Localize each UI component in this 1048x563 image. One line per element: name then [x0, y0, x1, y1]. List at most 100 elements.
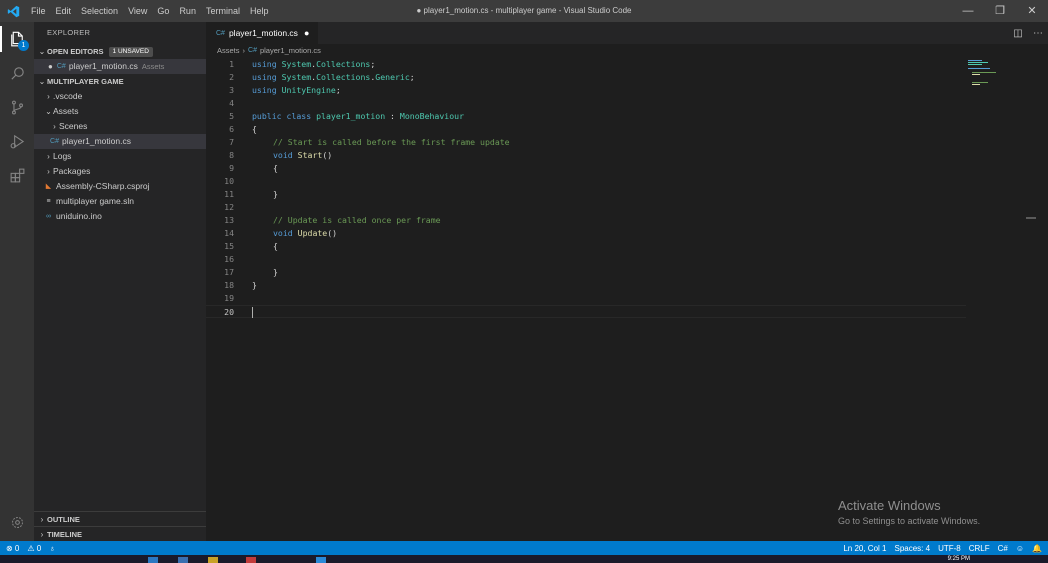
menu-file[interactable]: File — [26, 0, 51, 22]
menu-help[interactable]: Help — [245, 0, 274, 22]
tree-label: Assets — [53, 106, 79, 116]
code-line: 12 — [206, 201, 966, 214]
tree-item-packages[interactable]: › Packages — [34, 164, 206, 179]
chevron-right-icon: › — [40, 530, 44, 539]
outline-header[interactable]: › OUTLINE — [34, 512, 206, 527]
activity-search[interactable] — [0, 56, 34, 90]
scrollbar-marker[interactable] — [1026, 217, 1036, 219]
activity-run-debug[interactable] — [0, 124, 34, 158]
namespace: Generic — [375, 72, 410, 82]
tree-item-sln[interactable]: ≡ multiplayer game.sln — [34, 194, 206, 209]
code-line: 11} — [206, 188, 966, 201]
tree-item-ino[interactable]: ∞ uniduino.ino — [34, 209, 206, 224]
tree-item-scenes[interactable]: › Scenes — [34, 119, 206, 134]
live-share-icon[interactable]: ♁ — [49, 544, 55, 553]
code-line: 16 — [206, 253, 966, 266]
taskbar-app-icon[interactable] — [178, 557, 188, 563]
chevron-down-icon: ⌄ — [45, 107, 52, 116]
feedback-icon[interactable]: ☺ — [1016, 544, 1024, 553]
timeline-header[interactable]: › TIMELINE — [34, 527, 206, 542]
tab-label: player1_motion.cs — [228, 28, 298, 38]
watermark-title: Activate Windows — [838, 498, 941, 513]
close-button[interactable]: ✕ — [1016, 0, 1048, 22]
more-actions-icon[interactable]: ⋯ — [1028, 28, 1048, 39]
line-number: 6 — [229, 124, 234, 134]
editor-actions: ◫ ⋯ — [1008, 22, 1048, 44]
code-line: 2 using System.Collections.Generic; — [206, 71, 966, 84]
status-bar: ⊗ 0 ⚠ 0 ♁ Ln 20, Col 1 Spaces: 4 UTF-8 C… — [0, 541, 1048, 555]
activity-explorer[interactable]: 1 — [0, 22, 34, 56]
menu-edit[interactable]: Edit — [51, 0, 77, 22]
unsaved-dot-icon[interactable]: ● — [304, 28, 309, 38]
open-editor-item[interactable]: ● C# player1_motion.cs Assets — [34, 59, 206, 74]
workspace-label: MULTIPLAYER GAME — [47, 77, 124, 86]
tab-player1-motion[interactable]: C# player1_motion.cs ● — [206, 22, 318, 44]
taskbar-app-icon[interactable] — [316, 557, 326, 563]
tree-label: Assembly-CSharp.csproj — [56, 181, 150, 191]
outline-section[interactable]: › OUTLINE — [34, 511, 206, 527]
code-line: 7 // Start is called before the first fra… — [206, 136, 966, 149]
timeline-label: TIMELINE — [47, 530, 82, 539]
text-cursor — [252, 307, 253, 318]
tree-label: multiplayer game.sln — [56, 196, 134, 206]
chevron-right-icon: › — [47, 92, 50, 101]
code-line: 9{ — [206, 162, 966, 175]
menu-go[interactable]: Go — [152, 0, 174, 22]
timeline-section[interactable]: › TIMELINE — [34, 526, 206, 542]
encoding[interactable]: UTF-8 — [938, 544, 961, 553]
notifications-icon[interactable]: 🔔 — [1032, 544, 1042, 553]
tree-item-assets[interactable]: ⌄ Assets — [34, 104, 206, 119]
keyword: void — [273, 228, 293, 238]
line-number: 17 — [224, 267, 234, 277]
tree-item-csproj[interactable]: ◣ Assembly-CSharp.csproj — [34, 179, 206, 194]
code-line: 17} — [206, 266, 966, 279]
end-of-line[interactable]: CRLF — [969, 544, 990, 553]
language-mode[interactable]: C# — [998, 544, 1008, 553]
explorer-sidebar: EXPLORER ⌄ OPEN EDITORS 1 UNSAVED ● C# p… — [34, 22, 206, 541]
brace: } — [252, 280, 257, 290]
line-number: 14 — [224, 228, 234, 238]
taskbar-app-icon[interactable] — [246, 557, 256, 563]
menu-run[interactable]: Run — [174, 0, 201, 22]
minimap[interactable] — [966, 58, 1026, 88]
menu-view[interactable]: View — [123, 0, 152, 22]
activity-extensions[interactable] — [0, 158, 34, 192]
tree-item-player-motion[interactable]: C# player1_motion.cs — [34, 134, 206, 149]
line-number: 9 — [229, 163, 234, 173]
minimize-button[interactable]: — — [952, 0, 984, 22]
taskbar-app-icon[interactable] — [148, 557, 158, 563]
line-number: 19 — [224, 293, 234, 303]
open-editors-header[interactable]: ⌄ OPEN EDITORS 1 UNSAVED — [34, 44, 206, 59]
function-name: Start — [297, 150, 323, 160]
line-number: 2 — [229, 72, 234, 82]
keyword: class — [286, 111, 312, 121]
workspace-header[interactable]: ⌄ MULTIPLAYER GAME — [34, 74, 206, 89]
unsaved-dot-icon: ● — [48, 62, 53, 71]
activity-manage[interactable] — [0, 509, 34, 535]
menu-terminal[interactable]: Terminal — [201, 0, 245, 22]
menu-selection[interactable]: Selection — [76, 0, 123, 22]
open-editor-filename: player1_motion.cs — [68, 61, 138, 71]
cursor-position[interactable]: Ln 20, Col 1 — [843, 544, 886, 553]
breadcrumb-folder[interactable]: Assets — [217, 44, 240, 58]
chevron-right-icon: › — [47, 152, 50, 161]
tree-item-logs[interactable]: › Logs — [34, 149, 206, 164]
taskbar-app-icon[interactable] — [208, 557, 218, 563]
taskbar-clock[interactable]: 9:25 PM — [948, 555, 970, 563]
problems-warnings[interactable]: ⚠ 0 — [27, 544, 41, 553]
extensions-icon — [10, 168, 24, 182]
problems-errors[interactable]: ⊗ 0 — [6, 544, 19, 553]
namespace: Collections — [316, 59, 371, 69]
csharp-file-icon: C# — [216, 29, 225, 37]
tree-item-vscode[interactable]: › .vscode — [34, 89, 206, 104]
activity-source-control[interactable] — [0, 90, 34, 124]
indentation[interactable]: Spaces: 4 — [894, 544, 930, 553]
line-number: 18 — [224, 280, 234, 290]
chevron-right-icon: › — [40, 515, 44, 524]
restore-button[interactable]: ❐ — [984, 0, 1016, 22]
activate-windows-watermark: Activate Windows Go to Settings to activ… — [838, 498, 980, 526]
code-editor[interactable]: 1 using System.Collections; 2 using System… — [206, 58, 966, 488]
chevron-down-icon: ⌄ — [38, 77, 46, 86]
split-editor-icon[interactable]: ◫ — [1008, 28, 1028, 39]
breadcrumb-file[interactable]: player1_motion.cs — [260, 44, 321, 58]
